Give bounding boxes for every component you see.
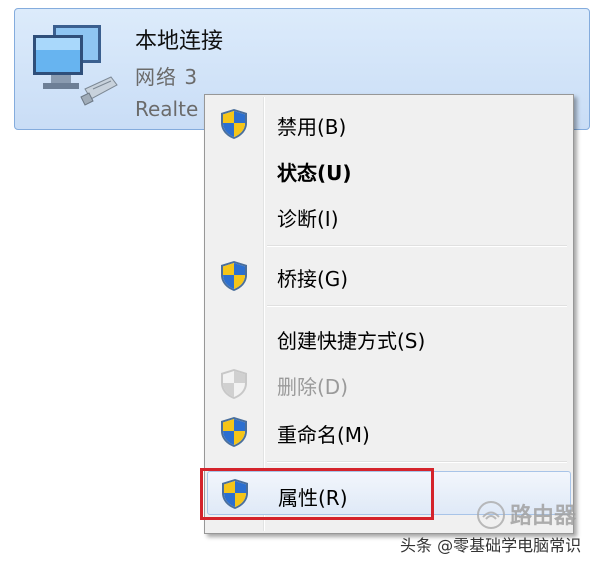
menu-item-label: 禁用(B) — [277, 115, 347, 139]
uac-shield-icon — [219, 108, 249, 140]
menu-item-label: 诊断(I) — [277, 207, 339, 231]
menu-separator — [267, 305, 567, 307]
menu-item-rename[interactable]: 重命名(M) — [207, 411, 571, 451]
menu-item-label: 状态(U) — [277, 161, 352, 185]
uac-shield-icon — [219, 260, 249, 292]
router-watermark-icon — [474, 500, 508, 534]
menu-item-diagnose[interactable]: 诊断(I) — [207, 195, 571, 235]
menu-item-label: 桥接(G) — [277, 267, 349, 291]
menu-item-label: 创建快捷方式(S) — [277, 329, 426, 353]
menu-item-status[interactable]: 状态(U) — [207, 149, 571, 189]
adapter-device: Realte — [135, 97, 199, 121]
uac-shield-icon — [219, 416, 249, 448]
adapter-name: 本地连接 — [135, 29, 224, 54]
menu-item-bridge[interactable]: 桥接(G) — [207, 255, 571, 295]
router-watermark-text: 路由器 — [510, 504, 577, 529]
menu-item-label: 删除(D) — [277, 375, 349, 399]
highlight-box — [200, 468, 434, 520]
author-watermark: 头条 @零基础学电脑常识 — [400, 536, 582, 555]
menu-item-disable[interactable]: 禁用(B) — [207, 103, 571, 143]
network-adapter-icon — [23, 19, 123, 119]
menu-item-create-shortcut[interactable]: 创建快捷方式(S) — [207, 317, 571, 357]
menu-item-label: 重命名(M) — [277, 423, 370, 447]
uac-shield-icon — [219, 368, 249, 400]
adapter-network: 网络 3 — [135, 65, 199, 89]
menu-separator — [267, 245, 567, 247]
menu-separator — [267, 461, 567, 463]
menu-item-delete: 删除(D) — [207, 363, 571, 403]
